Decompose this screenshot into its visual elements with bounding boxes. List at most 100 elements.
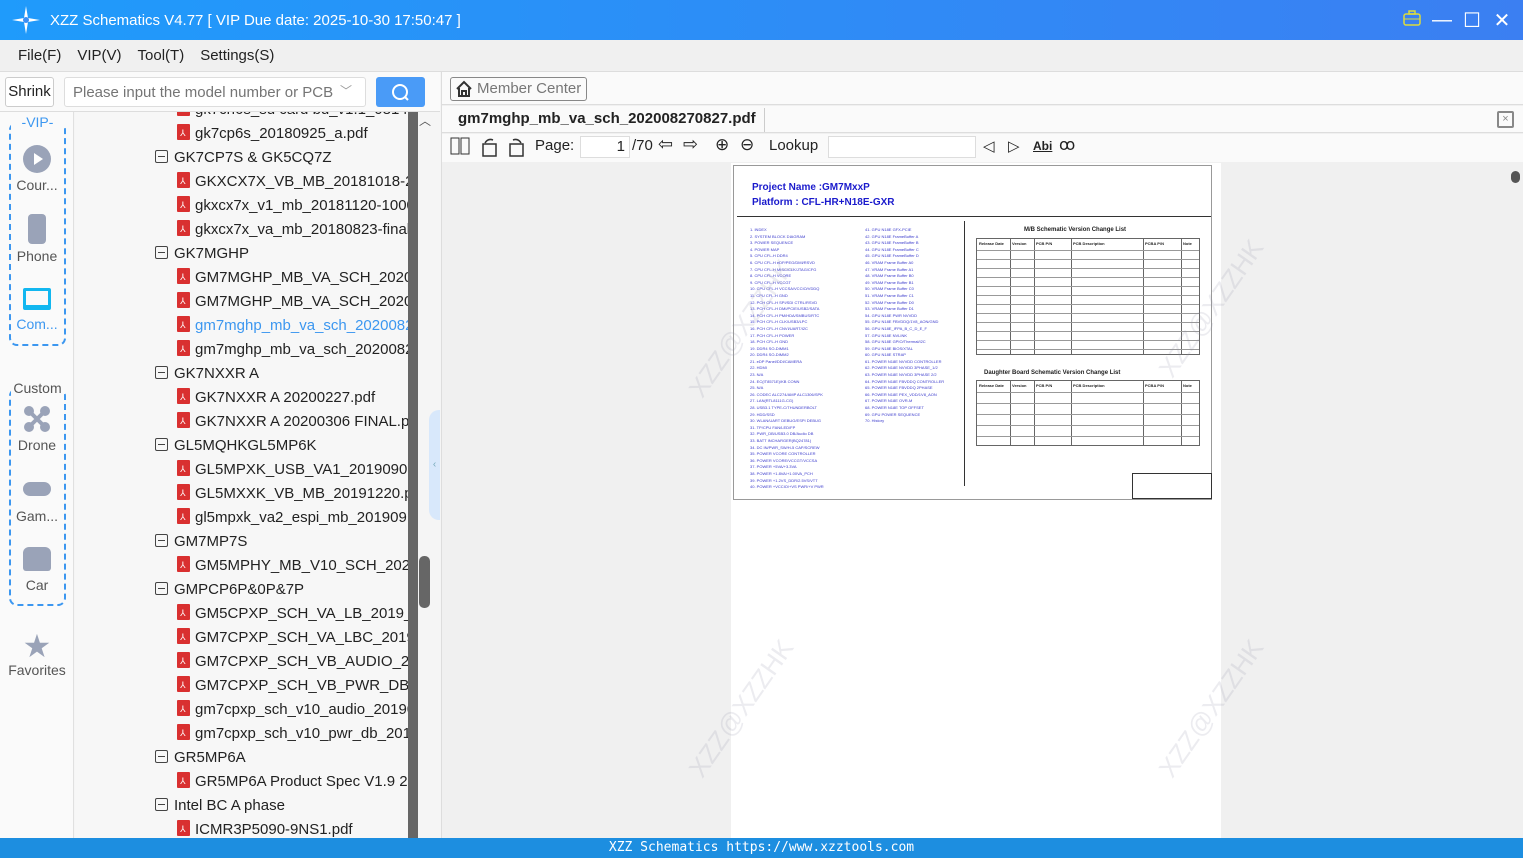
index-entry: 29. HDD/SSD <box>750 411 775 417</box>
find-previous-icon[interactable]: ◁ <box>983 137 995 155</box>
lookup-input[interactable] <box>828 136 976 158</box>
tree-folder[interactable]: GK7MGHP <box>155 242 249 266</box>
member-center-button[interactable]: Member Center <box>450 77 588 101</box>
tab-document[interactable]: gm7mghp_mb_va_sch_202008270827.pdf <box>458 110 756 127</box>
index-entry: 25. N/A <box>750 385 764 391</box>
nav-car[interactable]: Car <box>0 547 74 593</box>
tree-label: GK7NXXR A 20200227.pdf <box>195 389 376 406</box>
tree-file[interactable]: gk7cn6s_sd card bd_v1.1_0814.p <box>177 112 408 122</box>
tree-folder[interactable]: GR5MP6A <box>155 746 246 770</box>
collapse-icon[interactable] <box>155 150 168 163</box>
pdf-icon <box>177 697 190 721</box>
nav-computer[interactable]: Com... <box>0 288 74 332</box>
page-number-input[interactable]: 1 <box>580 136 630 158</box>
tree-file[interactable]: GL5MXXK_VB_MB_20191220.pd <box>177 481 408 506</box>
minimize-button[interactable]: — <box>1427 9 1457 32</box>
index-entry: 51. VRAM Frame Buffer C1 <box>865 292 914 298</box>
nav-game[interactable]: Gam... <box>0 482 74 524</box>
drone-icon <box>23 405 51 433</box>
tree-file[interactable]: gkxcx7x_va_mb_20180823-final. <box>177 217 408 242</box>
table-header: PCB P/N <box>1036 241 1053 246</box>
tree-scrollbar-thumb[interactable] <box>419 556 430 608</box>
tree-file[interactable]: GR5MP6A Product Spec V1.9 20 <box>177 769 408 794</box>
tree-folder[interactable]: GMPCP6P&0P&7P <box>155 578 304 602</box>
shrink-button[interactable]: Shrink <box>5 77 54 107</box>
collapse-icon[interactable] <box>155 246 168 259</box>
menu-tool[interactable]: Tool(T) <box>138 47 185 64</box>
tree-file[interactable]: gl5mpxk_va2_espi_mb_2019091 <box>177 505 408 530</box>
index-entry: 46. VRAM Frame Buffer A0 <box>865 259 914 265</box>
index-entry: 66. POWER N18E PEX_VDD/1V8_AON <box>865 391 937 397</box>
tree-file[interactable]: GK7NXXR A 20200227.pdf <box>177 385 376 410</box>
nav-drone[interactable]: Drone <box>0 405 74 453</box>
tree-file[interactable]: GK7NXXR A 20200306 FINAL.pd <box>177 409 408 434</box>
collapse-icon[interactable] <box>155 750 168 763</box>
watermark: XZZ@XZZHK <box>1152 633 1270 783</box>
tree-scroll-track[interactable] <box>408 112 418 838</box>
find-next-icon[interactable]: ▷ <box>1008 137 1020 155</box>
index-entry: 63. POWER N18E NVVDD 3PHASE 2/2 <box>865 372 937 378</box>
tree-file[interactable]: GM7CPXP_SCH_VA_LBC_2019_0 <box>177 625 408 650</box>
collapse-icon[interactable] <box>155 366 168 379</box>
vip-briefcase-icon[interactable] <box>1397 9 1427 32</box>
collapse-panel-handle[interactable]: ‹ <box>429 410 440 520</box>
nav-favorites[interactable]: ★ Favorites <box>0 630 74 678</box>
rotate-right-icon[interactable] <box>506 137 526 161</box>
collapse-icon[interactable] <box>155 438 168 451</box>
tree-file[interactable]: gkxcx7x_v1_mb_20181120-1000 <box>177 193 408 218</box>
tree-label: GM7CPXP_SCH_VB_PWR_DB_20 <box>195 677 408 694</box>
tree-folder[interactable]: Intel BC A phase <box>155 794 285 818</box>
chevron-down-icon[interactable]: ﹀ <box>340 82 352 99</box>
tree-file[interactable]: gm7mghp_mb_va_sch_2020082 <box>177 313 408 338</box>
tree-file[interactable]: GM5CPXP_SCH_VA_LB_2019_07 <box>177 601 408 626</box>
scroll-up-icon[interactable]: ︿ <box>419 112 431 129</box>
two-page-icon[interactable] <box>450 137 470 159</box>
pdf-canvas[interactable]: Project Name :GM7MxxP Platform : CFL-HR+… <box>442 163 1523 838</box>
nav-phone[interactable]: Phone <box>0 214 74 264</box>
close-all-tabs-icon[interactable]: × <box>1497 111 1514 128</box>
tree-folder[interactable]: GL5MQHKGL5MP6K <box>155 434 317 458</box>
menu-file[interactable]: File(F) <box>18 47 61 64</box>
index-entry: 30. WLAN/UART DEBUG/ESPI DEBUG <box>750 418 821 424</box>
viewer-scrollbar[interactable] <box>1511 165 1521 185</box>
match-text-icon[interactable]: Abi <box>1033 139 1052 153</box>
rotate-left-icon[interactable] <box>480 137 500 161</box>
menu-settings[interactable]: Settings(S) <box>200 47 274 64</box>
tree-file[interactable]: GM7MGHP_MB_VA_SCH_20200 <box>177 265 408 290</box>
menu-vip[interactable]: VIP(V) <box>77 47 121 64</box>
tree-file[interactable]: ICMR3P5090-9NS1.pdf <box>177 817 353 838</box>
tree-folder[interactable]: GK7CP7S & GK5CQ7Z <box>155 146 332 170</box>
tree-file[interactable]: gm7mghp_mb_va_sch_2020082 <box>177 337 408 362</box>
tree-file[interactable]: GM7MGHP_MB_VA_SCH_20200 <box>177 289 408 314</box>
index-entry: 58. GPU N18E GPIO/Thermal/I2C <box>865 339 926 345</box>
tree-file[interactable]: GKXCX7X_VB_MB_20181018-230 <box>177 169 408 194</box>
tree-file[interactable]: GM7CPXP_SCH_VB_PWR_DB_20 <box>177 673 408 698</box>
index-entry: 68. POWER N18E TOP OFFSET <box>865 405 924 411</box>
zoom-out-icon[interactable]: ⊖ <box>740 135 754 155</box>
tree-file[interactable]: GL5MPXK_USB_VA1_20190909.p <box>177 457 408 482</box>
previous-page-icon[interactable]: ⇦ <box>658 134 673 155</box>
search-input[interactable] <box>64 77 366 107</box>
search-button[interactable] <box>376 77 425 107</box>
tree-folder[interactable]: GK7NXXR A <box>155 362 259 386</box>
collapse-icon[interactable] <box>155 798 168 811</box>
collapse-icon[interactable] <box>155 534 168 547</box>
pdf-icon <box>177 721 190 745</box>
close-button[interactable]: ✕ <box>1487 8 1517 33</box>
tree-file[interactable]: gk7cp6s_20180925_a.pdf <box>177 121 368 146</box>
nav-courses[interactable]: Cour... <box>0 145 74 193</box>
tree-file[interactable]: gm7cpxp_sch_v10_pwr_db_2019 <box>177 721 408 746</box>
next-page-icon[interactable]: ⇨ <box>683 134 698 155</box>
tree-folder[interactable]: GM7MP7S <box>155 530 247 554</box>
index-entry: 39. POWER +1.2VS_DDR/2.5VS/VTT <box>750 477 818 483</box>
collapse-icon[interactable] <box>155 582 168 595</box>
maximize-button[interactable]: ☐ <box>1457 8 1487 33</box>
tree-file[interactable]: GM5MPHY_MB_V10_SCH_20200 <box>177 553 408 578</box>
zoom-in-icon[interactable]: ⊕ <box>715 135 729 155</box>
tree-file[interactable]: GM7CPXP_SCH_VB_AUDIO_2019 <box>177 649 408 674</box>
mb-change-list-title: M/B Schematic Version Change List <box>1024 227 1127 233</box>
tree-file[interactable]: gm7cpxp_sch_v10_audio_20190 <box>177 697 408 722</box>
binoculars-icon[interactable]: ꝏ <box>1059 135 1075 155</box>
tree-label: GM5CPXP_SCH_VA_LB_2019_07 <box>195 605 408 622</box>
status-bar: XZZ Schematics https://www.xzztools.com <box>0 838 1523 858</box>
